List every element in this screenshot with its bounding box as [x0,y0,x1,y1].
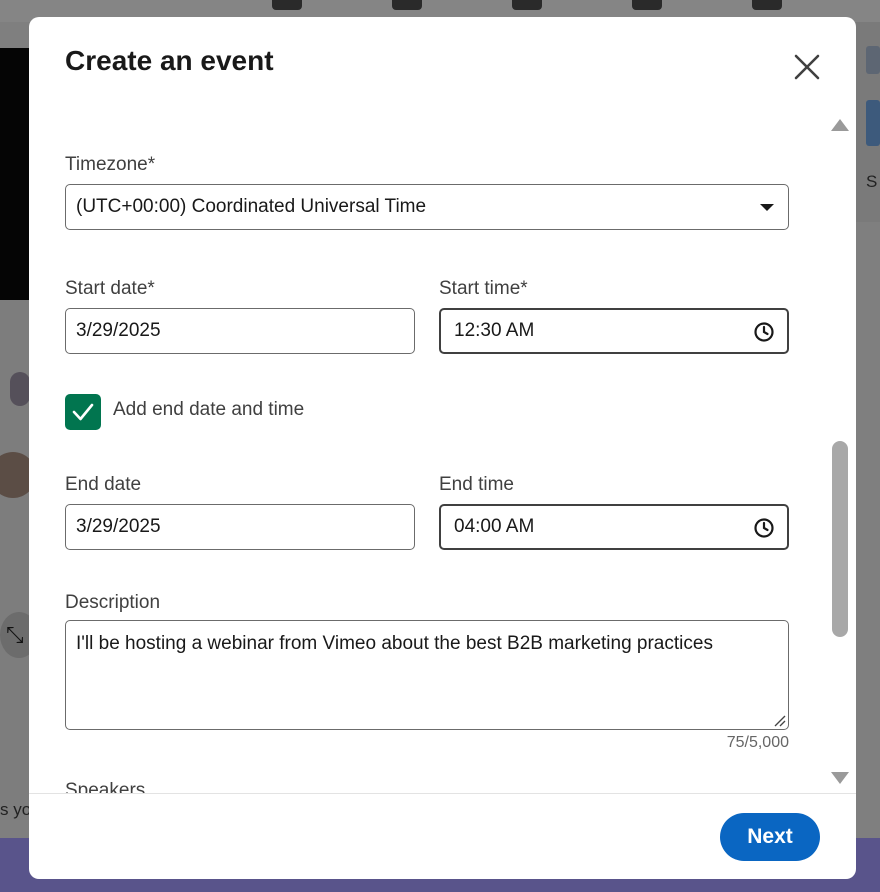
close-button[interactable] [789,49,825,85]
timezone-label: Timezone* [65,154,156,175]
background-video [0,48,30,300]
jobs-icon [512,0,542,10]
timezone-select[interactable]: (UTC+00:00) Coordinated Universal Time [65,184,789,230]
timezone-value: (UTC+00:00) Coordinated Universal Time [76,196,427,217]
close-icon [794,54,820,80]
modal-title: Create an event [65,45,274,76]
end-time-value: 04:00 AM [454,516,535,537]
background-right-widget [866,46,880,74]
messaging-icon [632,0,662,10]
background-text-snippet: s yo [0,800,32,819]
end-date-label: End date [65,474,142,495]
modal-header: Create an event [29,17,856,109]
checkmark-icon [72,403,94,421]
start-time-input[interactable]: 12:30 AM [439,308,789,354]
speakers-label: Speakers [65,780,146,793]
next-button[interactable]: Next [720,813,820,861]
resize-grip-icon[interactable] [772,713,786,727]
background-right-widget-2 [866,100,880,146]
scroll-down-arrow-icon[interactable] [831,772,849,784]
scroll-up-arrow-icon[interactable] [831,119,849,131]
end-time-label: End time [439,474,514,495]
modal-body: Timezone* (UTC+00:00) Coordinated Univer… [29,113,856,793]
add-end-date-checkbox[interactable] [65,394,101,430]
create-event-modal: Create an event Timezone* (UTC+00:00) Co… [29,17,856,879]
end-date-value: 3/29/2025 [76,516,161,537]
scrollbar-thumb[interactable] [832,441,848,637]
description-textarea[interactable]: I'll be hosting a webinar from Vimeo abo… [65,620,789,730]
start-time-value: 12:30 AM [454,320,535,341]
home-icon [272,0,302,10]
start-date-label: Start date* [65,278,155,299]
footer-divider [29,793,856,794]
start-date-input[interactable]: 3/29/2025 [65,308,415,354]
description-label: Description [65,592,161,613]
character-count: 75/5,000 [726,734,789,751]
add-end-date-label[interactable]: Add end date and time [113,399,304,421]
network-icon [392,0,422,10]
clock-icon [754,322,774,342]
dropdown-arrow-icon [760,204,774,211]
background-avatar-small [10,372,30,406]
start-time-label: Start time* [439,278,528,299]
end-date-input[interactable]: 3/29/2025 [65,504,415,550]
end-time-input[interactable]: 04:00 AM [439,504,789,550]
description-value: I'll be hosting a webinar from Vimeo abo… [76,633,713,654]
start-date-value: 3/29/2025 [76,320,161,341]
bell-icon [752,0,782,10]
clock-icon [754,518,774,538]
background-right-text: S [866,172,878,191]
